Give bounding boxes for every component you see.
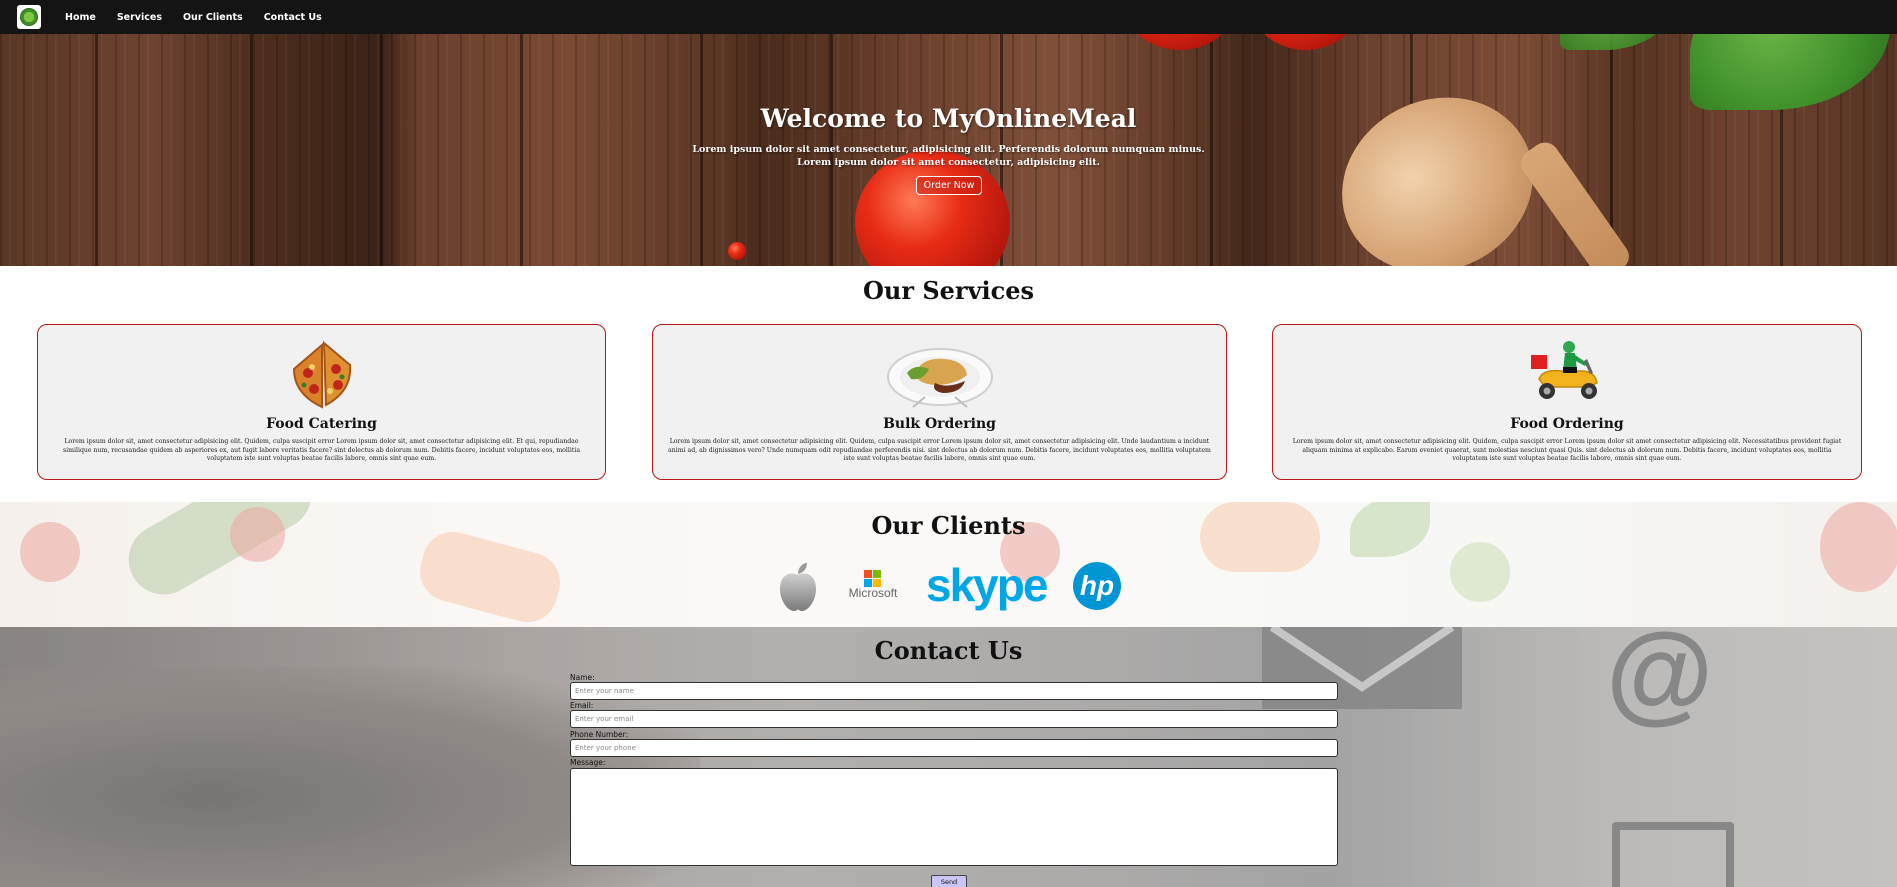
meal-plate-icon	[885, 337, 995, 413]
wood-plank-line	[700, 0, 703, 266]
service-card-text: Lorem ipsum dolor sit, amet consectetur …	[668, 438, 1211, 463]
nav-links: Home Services Our Clients Contact Us	[65, 12, 343, 23]
service-card-bulk-ordering: Bulk Ordering Lorem ipsum dolor sit, ame…	[652, 324, 1227, 480]
hero-subtitle-line2: Lorem ipsum dolor sit amet consectetur, …	[797, 157, 1100, 168]
android-logo-icon[interactable]	[17, 5, 41, 29]
nav-link-contact-us[interactable]: Contact Us	[264, 12, 322, 23]
wood-plank-line	[95, 0, 98, 266]
nav-link-our-clients[interactable]: Our Clients	[183, 12, 243, 23]
wood-plank-line	[830, 0, 833, 266]
nav-link-home[interactable]: Home	[65, 12, 96, 23]
service-card-title: Food Catering	[266, 416, 377, 432]
wood-plank-line	[380, 0, 383, 266]
phone-input[interactable]: Enter your phone	[570, 739, 1338, 757]
microsoft-label: Microsoft	[848, 586, 898, 600]
message-textarea[interactable]	[570, 768, 1338, 866]
contact-title: Contact Us	[874, 636, 1023, 665]
service-card-text: Lorem ipsum dolor sit, amet consectetur …	[1292, 438, 1842, 463]
skype-label: skype	[926, 559, 1048, 611]
hero-subtitle-line1: Lorem ipsum dolor sit amet consectetur, …	[692, 144, 1205, 155]
tomato-image	[728, 242, 746, 260]
hp-logo-icon: hp	[1073, 562, 1121, 610]
skype-logo-icon: skype	[926, 559, 1048, 611]
phone-label: Phone Number:	[570, 730, 629, 739]
nav-link-services[interactable]: Services	[117, 12, 162, 23]
delivery-scooter-icon	[1529, 337, 1605, 407]
wood-plank-line	[520, 0, 523, 266]
send-button[interactable]: Send	[931, 875, 967, 887]
name-input[interactable]: Enter your name	[570, 682, 1338, 700]
pizza-slices-icon	[290, 339, 354, 413]
service-card-title: Food Ordering	[1510, 416, 1624, 432]
microsoft-logo-icon: Microsoft	[845, 568, 901, 606]
apple-logo-icon	[776, 561, 820, 617]
email-label: Email:	[570, 701, 594, 710]
services-title: Our Services	[862, 276, 1035, 305]
name-label: Name:	[570, 673, 595, 682]
clients-title: Our Clients	[871, 511, 1026, 540]
message-label: Message:	[570, 758, 606, 767]
navbar: Home Services Our Clients Contact Us	[0, 0, 1897, 34]
hero-banner	[0, 0, 1897, 266]
wood-plank-line	[250, 0, 253, 266]
hp-label: hp	[1073, 562, 1121, 610]
hero-title: Welcome to MyOnlineMeal	[760, 104, 1137, 133]
email-input[interactable]: Enter your email	[570, 710, 1338, 728]
service-card-title: Bulk Ordering	[883, 416, 996, 432]
order-now-button[interactable]: Order Now	[916, 176, 982, 195]
service-card-food-catering: Food Catering Lorem ipsum dolor sit, ame…	[37, 324, 606, 480]
service-card-text: Lorem ipsum dolor sit, amet consectetur …	[62, 438, 581, 463]
service-card-food-ordering: Food Ordering Lorem ipsum dolor sit, ame…	[1272, 324, 1862, 480]
